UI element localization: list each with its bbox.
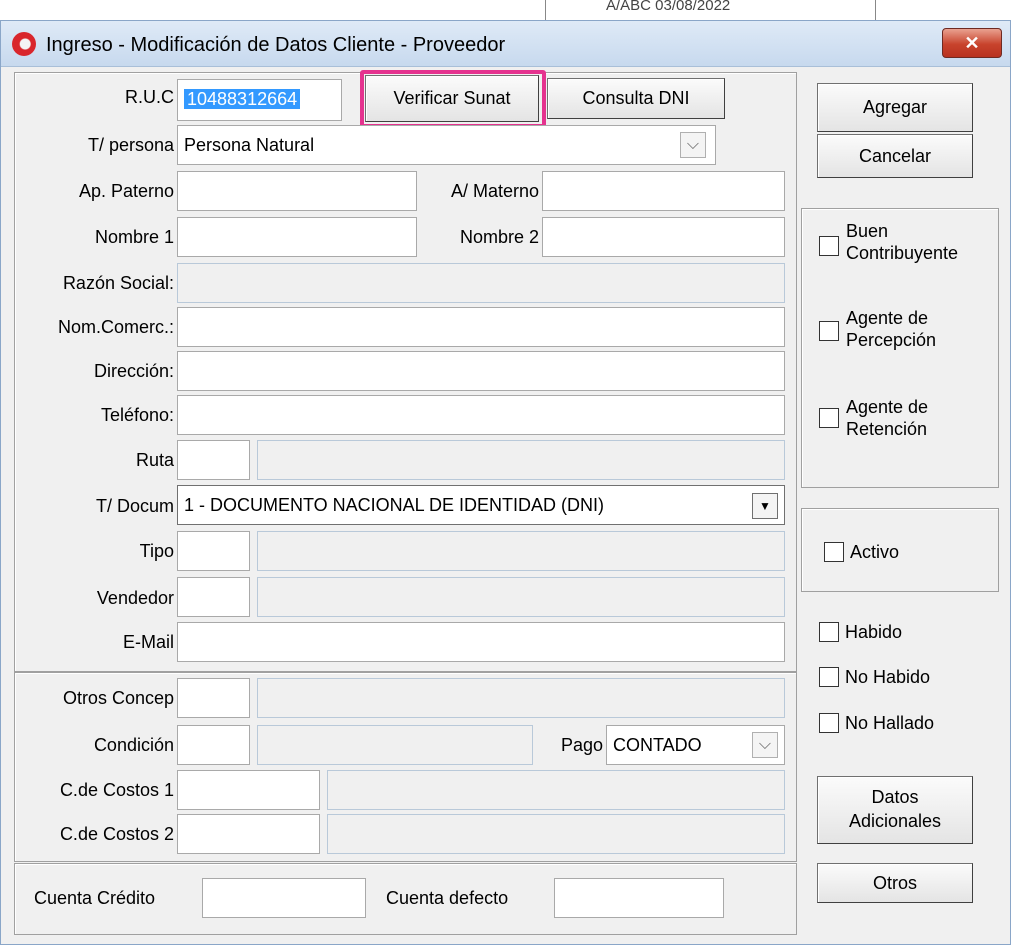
activo-checkbox[interactable]: [824, 542, 844, 562]
cuenta-defecto-input[interactable]: [554, 878, 724, 918]
ruc-input[interactable]: 10488312664: [177, 79, 342, 121]
agente-retencion-checkbox[interactable]: [819, 408, 839, 428]
telefono-label: Teléfono:: [100, 405, 174, 425]
datos-adicionales-line2: Adicionales: [848, 811, 942, 831]
telefono-input[interactable]: [177, 395, 785, 435]
agente-percepcion-line2: Percepción: [846, 330, 937, 350]
condicion-code-input[interactable]: [177, 725, 250, 765]
close-button[interactable]: ✕: [942, 28, 1002, 58]
vendedor-desc-input[interactable]: [257, 577, 785, 617]
nombre2-label: Nombre 2: [459, 227, 539, 247]
direccion-label: Dirección:: [93, 361, 174, 381]
no-habido-label: No Habido: [845, 667, 931, 687]
cuenta-credito-input[interactable]: [202, 878, 366, 918]
nom-comerc-label: Nom.Comerc.:: [57, 317, 174, 337]
buen-contribuyente-checkbox[interactable]: [819, 236, 839, 256]
tipo-docum-select[interactable]: 1 - DOCUMENTO NACIONAL DE IDENTIDAD (DNI…: [177, 485, 785, 525]
costos1-code-input[interactable]: [177, 770, 320, 810]
pago-label: Pago: [560, 735, 603, 755]
tipo-persona-label: T/ persona: [87, 135, 174, 155]
otros-concep-label: Otros Concep: [62, 688, 174, 708]
datos-adicionales-line1: Datos: [871, 787, 919, 807]
buen-contribuyente-line2: Contribuyente: [846, 243, 959, 263]
background-partial-text: A/ABC 03/08/2022: [545, 0, 876, 20]
background-window-strip: A/ABC 03/08/2022: [0, 0, 1011, 20]
otros-concep-desc-input[interactable]: [257, 678, 785, 718]
no-hallado-checkbox[interactable]: [819, 713, 839, 733]
ruta-desc-input[interactable]: [257, 440, 785, 480]
email-label: E-Mail: [122, 632, 174, 652]
otros-concep-code-input[interactable]: [177, 678, 250, 718]
verificar-sunat-highlight: [360, 70, 546, 128]
agente-percepcion-label: Agente de Percepción: [846, 307, 936, 351]
tipo-persona-dropdown-icon[interactable]: ⌵: [680, 132, 706, 158]
pago-dropdown-icon[interactable]: ⌵: [752, 732, 778, 758]
ruc-value: 10488312664: [184, 89, 301, 109]
tipo-docum-label: T/ Docum: [95, 496, 174, 516]
ap-materno-label: A/ Materno: [450, 181, 539, 201]
consulta-dni-button[interactable]: Consulta DNI: [547, 78, 725, 119]
ap-materno-input[interactable]: [542, 171, 785, 211]
costos2-desc-input[interactable]: [327, 814, 785, 854]
habido-checkbox[interactable]: [819, 622, 839, 642]
ruta-label: Ruta: [135, 450, 174, 470]
vendedor-code-input[interactable]: [177, 577, 250, 617]
window-title: Ingreso - Modificación de Datos Cliente …: [46, 34, 506, 56]
pago-value: CONTADO: [613, 735, 702, 755]
costos2-label: C.de Costos 2: [59, 824, 174, 844]
condicion-label: Condición: [93, 735, 174, 755]
agente-percepcion-checkbox[interactable]: [819, 321, 839, 341]
razon-social-input[interactable]: [177, 263, 785, 303]
ruc-label: R.U.C: [125, 87, 174, 107]
agregar-button[interactable]: Agregar: [817, 83, 973, 132]
costos2-code-input[interactable]: [177, 814, 320, 854]
cuenta-defecto-label: Cuenta defecto: [386, 888, 509, 908]
tipo-desc-input[interactable]: [257, 531, 785, 571]
email-input[interactable]: [177, 622, 785, 662]
no-hallado-label: No Hallado: [845, 713, 935, 733]
agente-percepcion-line1: Agente de: [846, 308, 929, 328]
habido-label: Habido: [845, 622, 903, 642]
cuenta-credito-label: Cuenta Crédito: [34, 888, 156, 908]
costos1-label: C.de Costos 1: [59, 780, 174, 800]
app-logo-icon: [12, 32, 36, 56]
tipo-docum-value: 1 - DOCUMENTO NACIONAL DE IDENTIDAD (DNI…: [184, 495, 605, 515]
ap-paterno-input[interactable]: [177, 171, 417, 211]
tipo-docum-dropdown-icon[interactable]: ▼: [752, 493, 778, 519]
agente-retencion-line2: Retención: [846, 419, 928, 439]
nombre2-input[interactable]: [542, 217, 785, 257]
cancelar-button[interactable]: Cancelar: [817, 134, 973, 178]
tipo-code-input[interactable]: [177, 531, 250, 571]
direccion-input[interactable]: [177, 351, 785, 391]
razon-social-label: Razón Social:: [62, 273, 174, 293]
ruta-code-input[interactable]: [177, 440, 250, 480]
no-habido-checkbox[interactable]: [819, 667, 839, 687]
tipo-persona-value: Persona Natural: [184, 135, 315, 155]
buen-contribuyente-label: Buen Contribuyente: [846, 220, 958, 264]
condicion-desc-input[interactable]: [257, 725, 533, 765]
datos-adicionales-button[interactable]: Datos Adicionales: [817, 776, 973, 844]
ap-paterno-label: Ap. Paterno: [78, 181, 174, 201]
nombre1-input[interactable]: [177, 217, 417, 257]
costos1-desc-input[interactable]: [327, 770, 785, 810]
agente-retencion-label: Agente de Retención: [846, 396, 928, 440]
nombre1-label: Nombre 1: [94, 227, 174, 247]
tipo-persona-select[interactable]: Persona Natural: [177, 125, 716, 165]
nom-comerc-input[interactable]: [177, 307, 785, 347]
otros-button[interactable]: Otros: [817, 863, 973, 903]
vendedor-label: Vendedor: [96, 588, 174, 608]
tipo-label: Tipo: [139, 541, 174, 561]
buen-contribuyente-line1: Buen: [846, 221, 889, 241]
agente-retencion-line1: Agente de: [846, 397, 929, 417]
background-cell: [875, 0, 1011, 20]
activo-label: Activo: [850, 542, 900, 562]
